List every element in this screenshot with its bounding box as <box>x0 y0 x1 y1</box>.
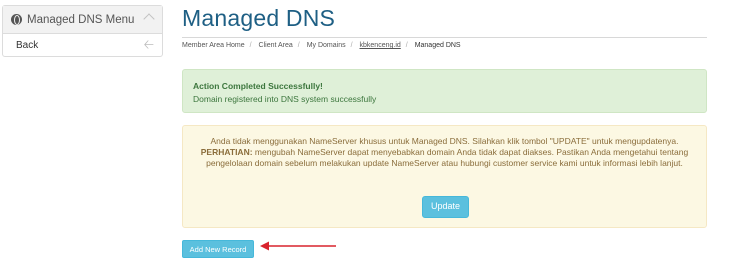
warning-alert-line1: Anda tidak menggunakan NameServer khusus… <box>210 136 679 146</box>
warning-alert-line2: mengubah NameServer dapat menyebabkan do… <box>206 147 689 169</box>
globe-icon <box>11 14 22 25</box>
update-button[interactable]: Update <box>422 196 469 218</box>
add-new-record-button[interactable]: Add New Record <box>182 240 254 258</box>
breadcrumb-separator: / <box>297 42 300 49</box>
title-divider <box>182 37 707 38</box>
warning-alert-label: PERHATIAN: <box>200 147 253 158</box>
breadcrumb-separator: / <box>405 42 408 49</box>
red-arrow-annotation <box>260 241 336 251</box>
success-alert-heading: Action Completed Successfully! <box>193 81 323 91</box>
breadcrumb-separator: / <box>350 42 353 49</box>
success-alert-message: Domain registered into DNS system succes… <box>193 94 377 104</box>
sidebar-item-back[interactable]: Back 🡠 <box>3 34 162 56</box>
sidebar-header[interactable]: Managed DNS Menu <box>3 6 162 34</box>
page-title: Managed DNS <box>182 5 336 31</box>
sidebar-panel: Managed DNS Menu Back 🡠 <box>2 5 163 57</box>
chevron-up-icon[interactable] <box>143 13 155 25</box>
breadcrumb-home[interactable]: Member Area Home <box>182 42 245 49</box>
breadcrumb-domain[interactable]: kbkenceng.id <box>360 42 401 49</box>
success-alert: Action Completed Successfully! Domain re… <box>182 69 707 113</box>
breadcrumb-client-area[interactable]: Client Area <box>259 42 293 49</box>
warning-alert-text: Anda tidak menggunakan NameServer khusus… <box>197 136 692 170</box>
breadcrumb: Member Area Home / Client Area / My Domain… <box>182 42 461 49</box>
breadcrumb-separator: / <box>249 42 252 49</box>
breadcrumb-my-domains[interactable]: My Domains <box>307 42 346 49</box>
sidebar-item-label: Back <box>16 39 39 51</box>
warning-alert: Anda tidak menggunakan NameServer khusus… <box>182 125 707 228</box>
sidebar-title: Managed DNS Menu <box>27 13 135 26</box>
breadcrumb-current: Managed DNS <box>414 42 461 49</box>
arrow-left-icon: 🡠 <box>143 37 154 52</box>
